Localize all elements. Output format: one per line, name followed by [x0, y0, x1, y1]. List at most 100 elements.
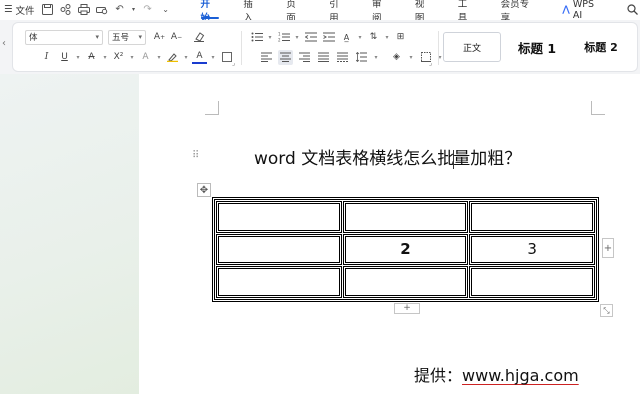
style-body[interactable]: 正文: [443, 32, 501, 62]
side-panel: [0, 74, 139, 394]
credit-prefix: 提供：: [414, 366, 463, 385]
more-icon[interactable]: ⌄: [159, 3, 173, 17]
table-row: 2 3: [216, 233, 595, 266]
chevron-down-icon[interactable]: ▾: [129, 50, 135, 65]
tab-insert[interactable]: 插入: [231, 0, 274, 24]
line-spacing-icon[interactable]: [354, 50, 369, 65]
chevron-down-icon[interactable]: ▾: [267, 30, 273, 45]
bullets-icon[interactable]: [249, 30, 264, 45]
chevron-left-icon[interactable]: ‹: [2, 38, 6, 49]
chinese-layout-icon[interactable]: A̲: [339, 30, 354, 45]
align-center-icon[interactable]: [278, 49, 293, 65]
increase-indent-icon[interactable]: [321, 30, 336, 45]
highlight-icon[interactable]: [165, 50, 180, 65]
tab-member[interactable]: 会员专享: [489, 0, 551, 24]
font-group: 体 ▾ 五号 ▾ A + A − I U ▾ A ▾ X² ▾ A ▾ ▾ A …: [13, 23, 239, 71]
paragraph-dialog-launcher-icon[interactable]: ⌟: [429, 59, 432, 67]
paragraph-group: ▾ 12 ▾ A̲ ▾ ⇅ ▾ ⊞ ▾ ◈ ▾ ▾ ⌟: [245, 23, 442, 71]
paragraph-drag-handle-icon[interactable]: ⠿: [192, 150, 199, 161]
file-menu-label: 文件: [15, 5, 35, 17]
font-name-value: 体: [29, 33, 38, 43]
strikethrough-button[interactable]: A: [84, 50, 99, 65]
table-cell[interactable]: [469, 201, 595, 233]
font-size-value: 五号: [112, 33, 130, 43]
save-icon[interactable]: [41, 3, 55, 17]
chevron-down-icon[interactable]: ▾: [408, 50, 414, 65]
tab-review[interactable]: 审阅: [360, 0, 403, 24]
distributed-icon[interactable]: [335, 50, 350, 65]
margin-corner-mark: [205, 101, 219, 115]
show-marks-icon[interactable]: ⊞: [393, 30, 408, 45]
align-left-icon[interactable]: [259, 50, 274, 65]
print-icon[interactable]: [77, 3, 91, 17]
chevron-down-icon[interactable]: ▾: [75, 50, 81, 65]
style-heading-2[interactable]: 标题 2: [573, 32, 629, 62]
table-resize-handle-icon[interactable]: ⤡: [600, 304, 613, 317]
shading-icon[interactable]: ◈: [389, 50, 404, 65]
tab-view[interactable]: 视图: [403, 0, 446, 24]
ribbon-area: ‹ 体 ▾ 五号 ▾ A + A − I U ▾ A ▾ X² ▾ A ▾ ▾ …: [0, 20, 640, 74]
divider: [438, 31, 439, 65]
undo-icon[interactable]: ↶: [113, 3, 127, 17]
tab-page[interactable]: 页面: [274, 0, 317, 24]
quick-access-toolbar: ↶ ▾ ↷ ⌄: [41, 3, 173, 17]
shrink-font-button[interactable]: A −: [169, 30, 184, 45]
chevron-down-icon[interactable]: ▾: [131, 3, 137, 17]
ribbon-tabs: 开始 插入 页面 引用 审阅 视图 工具 会员专享 ⋀ WPS AI: [189, 0, 619, 24]
chevron-down-icon[interactable]: ▾: [373, 50, 379, 65]
style-heading-1[interactable]: 标题 1: [505, 32, 569, 62]
share-icon[interactable]: [59, 3, 73, 17]
table-cell[interactable]: [216, 201, 342, 233]
tab-home[interactable]: 开始: [189, 0, 232, 24]
sort-icon[interactable]: ⇅: [366, 30, 381, 45]
decrease-indent-icon[interactable]: [303, 30, 318, 45]
text-effect-icon[interactable]: A: [138, 50, 153, 65]
align-right-icon[interactable]: [297, 50, 312, 65]
wps-ai-label: WPS AI: [572, 0, 595, 21]
wps-ai-icon: ⋀: [562, 4, 570, 15]
add-row-button[interactable]: +: [394, 303, 420, 314]
document-title[interactable]: word 文档表格横线怎么批量加粗？: [254, 144, 521, 169]
file-menu[interactable]: ☰ 文件: [0, 0, 35, 19]
title-text-before: word 文档表格横线怎么批: [254, 149, 455, 169]
clear-format-button[interactable]: [192, 30, 207, 45]
title-text-after: 量加粗？: [453, 149, 522, 169]
search-icon[interactable]: [624, 2, 640, 18]
redo-icon[interactable]: ↷: [141, 3, 155, 17]
underline-button[interactable]: U: [57, 50, 72, 65]
table-row: [216, 201, 595, 233]
grow-font-button[interactable]: A +: [152, 30, 167, 45]
table-cell[interactable]: 3: [469, 233, 595, 266]
table-move-handle-icon[interactable]: ✥: [197, 183, 211, 197]
table-cell[interactable]: 2: [342, 233, 469, 266]
table-cell[interactable]: [216, 266, 342, 298]
chevron-down-icon[interactable]: ▾: [294, 30, 300, 45]
add-column-button[interactable]: +: [602, 238, 614, 258]
font-color-button[interactable]: A: [192, 51, 207, 64]
margin-corner-mark: [591, 101, 605, 115]
styles-gallery: 正文 标题 1 标题 2: [443, 23, 629, 71]
chevron-down-icon[interactable]: ▾: [183, 50, 189, 65]
superscript-button[interactable]: X²: [111, 50, 126, 65]
print-preview-icon[interactable]: [95, 3, 109, 17]
chevron-down-icon[interactable]: ▾: [210, 50, 216, 65]
document-table[interactable]: 2 3: [212, 197, 599, 302]
italic-button[interactable]: I: [39, 50, 54, 65]
chevron-down-icon[interactable]: ▾: [156, 50, 162, 65]
numbering-icon[interactable]: 12: [276, 30, 291, 45]
font-size-select[interactable]: 五号 ▾: [108, 29, 146, 45]
table-cell[interactable]: [342, 201, 469, 233]
chevron-down-icon[interactable]: ▾: [384, 30, 390, 45]
table-cell[interactable]: [342, 266, 469, 298]
tab-wps-ai[interactable]: ⋀ WPS AI: [550, 0, 618, 21]
chevron-down-icon[interactable]: ▾: [102, 50, 108, 65]
table-cell[interactable]: [216, 233, 342, 266]
tab-references[interactable]: 引用: [317, 0, 360, 24]
table-cell[interactable]: [469, 266, 595, 298]
font-name-select[interactable]: 体 ▾: [25, 29, 103, 45]
justify-icon[interactable]: [316, 50, 331, 65]
chevron-down-icon[interactable]: ▾: [357, 30, 363, 45]
tab-tools[interactable]: 工具: [446, 0, 489, 24]
font-dialog-launcher-icon[interactable]: ⌟: [232, 59, 235, 67]
credit-text: 提供：www.hjga.com: [414, 362, 579, 386]
